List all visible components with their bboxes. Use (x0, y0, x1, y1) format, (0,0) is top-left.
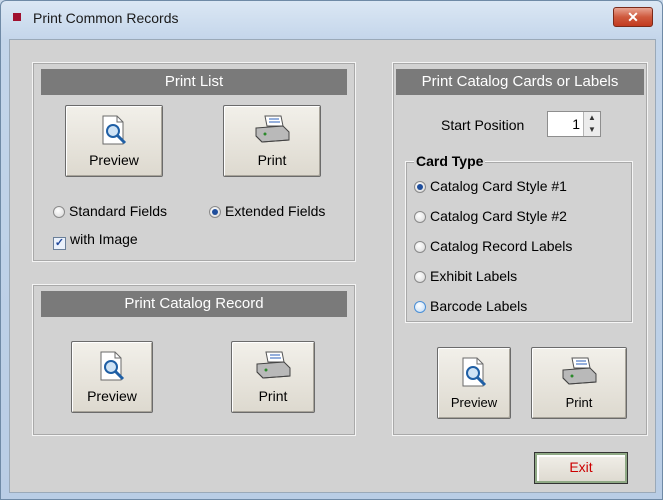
radio-button (53, 206, 65, 218)
exit-button[interactable]: Exit (534, 452, 628, 484)
print-label: Print (258, 388, 288, 404)
with-image-label: with Image (70, 231, 138, 247)
preview-label: Preview (89, 152, 139, 168)
radio-button (414, 271, 426, 283)
barcode-labels-radio[interactable]: Barcode Labels (414, 296, 527, 316)
radio-button-selected (414, 181, 426, 193)
standard-fields-radio[interactable]: Standard Fields (53, 201, 167, 221)
catalog-cards-group: Print Catalog Cards or Labels Start Posi… (392, 62, 648, 436)
catalog-record-print-button[interactable]: Print (231, 341, 315, 413)
card-type-title: Card Type (414, 152, 486, 170)
dialog-client-area: Print List Preview Print Standard Fields… (9, 39, 656, 493)
magnifier-page-icon (462, 357, 487, 387)
close-button[interactable]: ✕ (613, 7, 653, 27)
spinner-arrows[interactable]: ▲ ▼ (583, 112, 600, 136)
magnifier-page-icon (102, 115, 127, 145)
card-style-1-label: Catalog Card Style #1 (430, 178, 567, 194)
print-list-group: Print List Preview Print Standard Fields… (32, 62, 356, 262)
catalog-record-labels-label: Catalog Record Labels (430, 238, 573, 254)
print-list-preview-button[interactable]: Preview (65, 105, 163, 177)
checkbox-checked-icon: ✓ (53, 237, 66, 250)
catalog-record-preview-button[interactable]: Preview (71, 341, 153, 413)
magnifier-page-icon (100, 351, 125, 381)
card-type-frame: Card Type Catalog Card Style #1 Catalog … (405, 152, 633, 323)
card-style-2-radio[interactable]: Catalog Card Style #2 (414, 206, 567, 226)
app-icon (13, 13, 21, 21)
catalog-record-labels-radio[interactable]: Catalog Record Labels (414, 236, 572, 256)
title-bar: Print Common Records ✕ (1, 1, 662, 39)
catalog-cards-preview-button[interactable]: Preview (437, 347, 511, 419)
spinner-down-icon[interactable]: ▼ (584, 124, 600, 136)
radio-button-selected (209, 206, 221, 218)
print-catalog-record-title: Print Catalog Record (41, 291, 347, 317)
standard-fields-label: Standard Fields (69, 203, 168, 219)
extended-fields-label: Extended Fields (225, 203, 326, 219)
extended-fields-radio[interactable]: Extended Fields (209, 201, 325, 221)
printer-icon (256, 351, 291, 379)
exhibit-labels-radio[interactable]: Exhibit Labels (414, 266, 517, 286)
printer-icon (255, 115, 290, 143)
printer-icon (562, 357, 597, 385)
start-position-label: Start Position (441, 117, 525, 133)
print-label: Print (565, 395, 593, 410)
print-common-records-window: Print Common Records ✕ Print List Previe… (0, 0, 663, 500)
preview-label: Preview (450, 395, 498, 410)
start-position-value: 1 (572, 116, 580, 132)
barcode-labels-label: Barcode Labels (430, 298, 528, 314)
radio-button-hover (414, 301, 426, 313)
print-label: Print (257, 152, 287, 168)
window-title: Print Common Records (33, 10, 179, 26)
exhibit-labels-label: Exhibit Labels (430, 268, 518, 284)
preview-label: Preview (87, 388, 137, 404)
catalog-cards-print-button[interactable]: Print (531, 347, 627, 419)
start-position-spinner[interactable]: 1 ▲ ▼ (547, 111, 601, 137)
card-style-1-radio[interactable]: Catalog Card Style #1 (414, 176, 567, 196)
print-list-print-button[interactable]: Print (223, 105, 321, 177)
close-icon: ✕ (627, 9, 639, 25)
print-catalog-record-group: Print Catalog Record Preview Print (32, 284, 356, 436)
radio-button (414, 211, 426, 223)
with-image-checkbox[interactable]: ✓ with Image (53, 229, 138, 250)
catalog-cards-title: Print Catalog Cards or Labels (396, 69, 644, 95)
spinner-up-icon[interactable]: ▲ (584, 112, 600, 124)
card-style-2-label: Catalog Card Style #2 (430, 208, 567, 224)
radio-button (414, 241, 426, 253)
print-list-title: Print List (41, 69, 347, 95)
